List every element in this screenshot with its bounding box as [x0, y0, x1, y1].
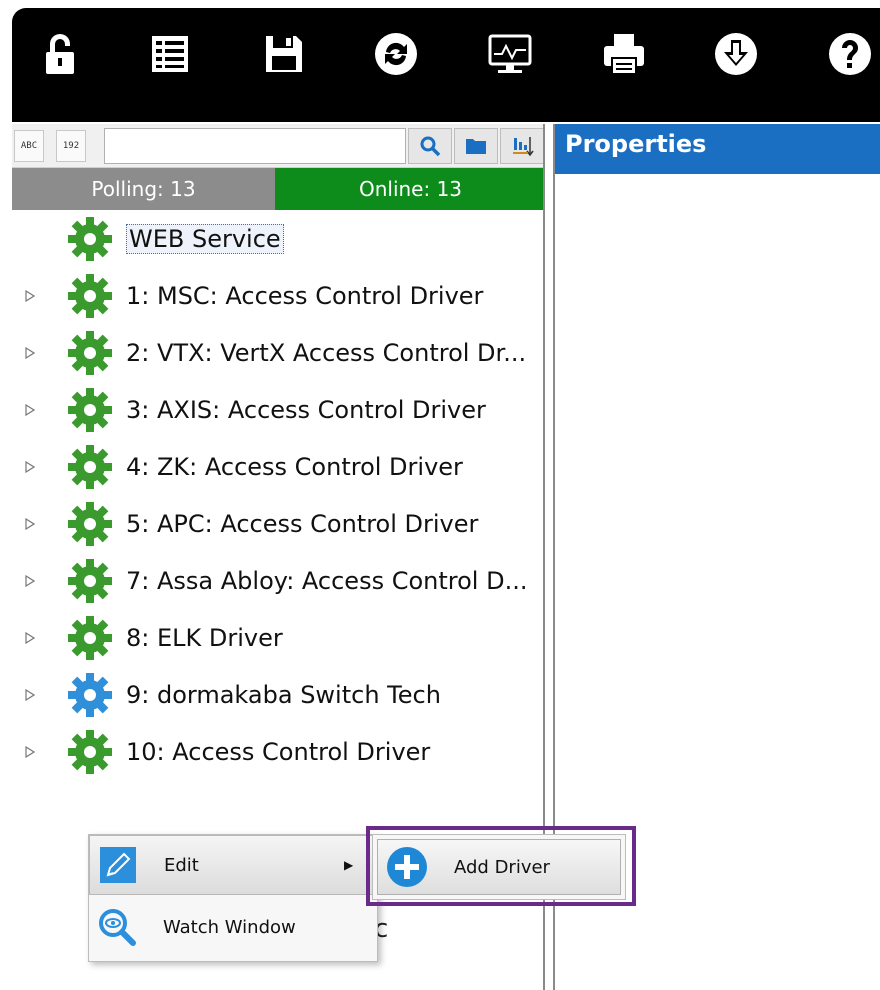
expand-arrow-icon[interactable]: [24, 460, 36, 474]
pencil-icon: [96, 843, 140, 887]
search-icon: [420, 136, 441, 157]
sort-icon: [513, 137, 534, 157]
online-count: Online: 13: [275, 168, 546, 210]
toolbar-background: [12, 8, 880, 122]
numeric-mode-label: 192: [62, 141, 80, 151]
list-button[interactable]: [142, 26, 198, 82]
expand-arrow-icon[interactable]: [24, 631, 36, 645]
refresh-button[interactable]: [368, 26, 424, 82]
gear-icon: [66, 671, 114, 719]
expand-arrow-icon[interactable]: [24, 574, 36, 588]
tree-item-driver[interactable]: 8: ELK Driver: [12, 609, 546, 666]
sort-button[interactable]: [500, 128, 544, 164]
tree-item-driver[interactable]: 7: Assa Abloy: Access Control D...: [12, 552, 546, 609]
gear-icon: [66, 272, 114, 320]
folder-button[interactable]: [454, 128, 498, 164]
expand-arrow-icon[interactable]: [24, 289, 36, 303]
status-row: Polling: 13 Online: 13: [12, 168, 546, 210]
expand-arrow-icon[interactable]: [24, 346, 36, 360]
save-icon: [266, 36, 302, 72]
refresh-icon: [375, 33, 417, 75]
highlight-annotation: [366, 826, 636, 906]
monitor-icon: [488, 34, 532, 73]
context-menu: Edit ▶ Watch Window: [88, 834, 378, 962]
lock-icon: [46, 34, 74, 74]
tree-item-driver[interactable]: 4: ZK: Access Control Driver: [12, 438, 546, 495]
expand-arrow-icon[interactable]: [24, 403, 36, 417]
tree-item-label: 1: MSC: Access Control Driver: [126, 281, 484, 310]
lock-button[interactable]: [32, 26, 88, 82]
properties-title: Properties: [555, 124, 880, 174]
gear-icon: [66, 614, 114, 662]
tree-item-driver[interactable]: 9: dormakaba Switch Tech: [12, 666, 546, 723]
tree-item-label: 5: APC: Access Control Driver: [126, 509, 479, 538]
gear-icon: [66, 215, 114, 263]
tree-item-driver[interactable]: 3: AXIS: Access Control Driver: [12, 381, 546, 438]
tree-item-label: 9: dormakaba Switch Tech: [126, 680, 441, 709]
list-icon: [152, 36, 188, 72]
download-button[interactable]: [708, 26, 764, 82]
tree-item-label: WEB Service: [126, 223, 284, 254]
tree-item-driver[interactable]: 2: VTX: VertX Access Control Dr...: [12, 324, 546, 381]
gear-icon: [66, 386, 114, 434]
tree-item-label: 3: AXIS: Access Control Driver: [126, 395, 486, 424]
tree-item-label: 7: Assa Abloy: Access Control D...: [126, 566, 528, 595]
magnifier-eye-icon: [95, 905, 139, 949]
search-bar: ABC 192: [12, 124, 546, 168]
submenu-arrow-icon: ▶: [344, 858, 354, 872]
tree-item-label: 10: Access Control Driver: [126, 737, 431, 766]
print-icon: [604, 34, 644, 75]
tree-item-label: 8: ELK Driver: [126, 623, 283, 652]
monitor-button[interactable]: [482, 26, 538, 82]
tree-item-label: 2: VTX: VertX Access Control Dr...: [126, 338, 527, 367]
polling-count: Polling: 13: [12, 168, 275, 210]
search-input[interactable]: [104, 128, 406, 164]
gear-icon: [66, 728, 114, 776]
gear-icon: [66, 557, 114, 605]
menu-item-edit[interactable]: Edit ▶: [89, 835, 377, 895]
tree-item-label: 4: ZK: Access Control Driver: [126, 452, 463, 481]
folder-icon: [466, 139, 486, 154]
menu-item-label: Watch Window: [163, 916, 296, 938]
expand-arrow-icon[interactable]: [24, 688, 36, 702]
abc-mode-label: ABC: [20, 141, 38, 151]
tree-item-driver[interactable]: 10: Access Control Driver: [12, 723, 546, 780]
gear-icon: [66, 329, 114, 377]
help-icon: [829, 33, 871, 75]
toolbar: [0, 0, 880, 124]
tree-item-driver[interactable]: 5: APC: Access Control Driver: [12, 495, 546, 552]
search-button[interactable]: [408, 128, 452, 164]
tree-item-web-service[interactable]: WEB Service: [12, 210, 546, 267]
expand-arrow-icon[interactable]: [24, 745, 36, 759]
numeric-mode-button[interactable]: 192: [56, 130, 86, 162]
expand-arrow-icon[interactable]: [24, 517, 36, 531]
gear-icon: [66, 500, 114, 548]
abc-mode-button[interactable]: ABC: [14, 130, 44, 162]
save-button[interactable]: [256, 26, 312, 82]
print-button[interactable]: [596, 26, 652, 82]
menu-item-watch-window[interactable]: Watch Window: [89, 897, 377, 957]
tree-item-driver[interactable]: 1: MSC: Access Control Driver: [12, 267, 546, 324]
help-button[interactable]: [822, 26, 878, 82]
gear-icon: [66, 443, 114, 491]
download-icon: [715, 33, 757, 75]
menu-item-label: Edit: [164, 854, 199, 876]
